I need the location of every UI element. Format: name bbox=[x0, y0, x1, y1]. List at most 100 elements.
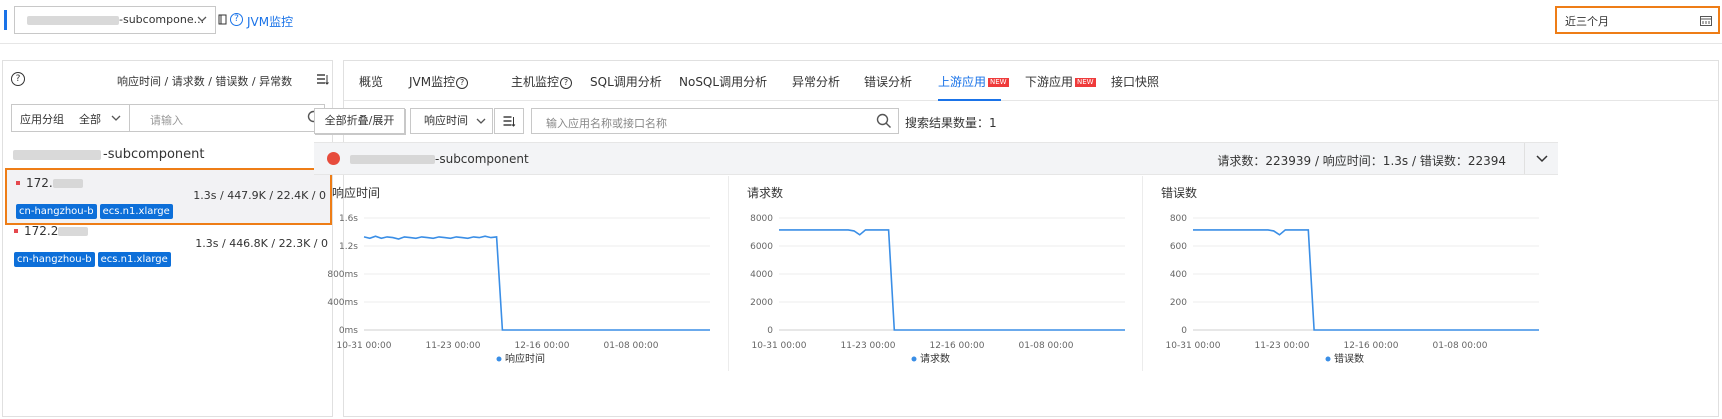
chart-2: 请求数 0 2000 4000 6000 8000 10-31 00:00 11-23 00:… bbox=[728, 176, 1142, 371]
app-name[interactable]: -subcomponent bbox=[13, 147, 205, 162]
instance-list-panel: ? 响应时间 / 请求数 / 错误数 / 异常数 应用分组 全部 请输入 -su… bbox=[2, 60, 333, 417]
app-group-value: 全部 bbox=[79, 113, 101, 126]
instance-search-input[interactable]: 请输入 bbox=[150, 112, 183, 128]
x-tick-label: 01-08 00:00 bbox=[1019, 341, 1074, 351]
series-line bbox=[779, 229, 1125, 331]
x-tick-label: 11-23 00:00 bbox=[426, 341, 481, 351]
tab-error[interactable]: 错误分析 bbox=[864, 73, 912, 90]
tab-label: 上游应用 bbox=[938, 75, 987, 89]
sort-order-button[interactable] bbox=[494, 108, 524, 134]
instance-filter: 应用分组 全部 请输入 bbox=[11, 104, 325, 132]
host-tags: cn-hangzhou-b ecs.n1.xlarge bbox=[16, 203, 176, 219]
y-tick-label: 0 bbox=[1181, 326, 1187, 336]
app-search-input[interactable]: 输入应用名称或接口名称 bbox=[531, 108, 899, 134]
tab-label: 下游应用 bbox=[1025, 75, 1074, 89]
status-dot bbox=[327, 152, 340, 165]
legend-label: 请求数 bbox=[920, 352, 950, 365]
tab-host[interactable]: 主机监控? bbox=[511, 73, 573, 90]
instance-type-tag: ecs.n1.xlarge bbox=[97, 252, 171, 267]
search-icon[interactable] bbox=[876, 113, 892, 129]
instance-type-tag: ecs.n1.xlarge bbox=[99, 204, 173, 219]
host-ip-prefix: 172.2 bbox=[24, 224, 59, 238]
legend-marker bbox=[1325, 356, 1331, 362]
charts-area: 响应时间 0ms 400ms 800ms 1.2s 1.6s 10-31 00:00 11-2… bbox=[314, 176, 1558, 371]
y-tick-label: 1.6s bbox=[339, 214, 358, 224]
y-tick-label: 800 bbox=[1170, 214, 1187, 224]
host-item[interactable]: 172. 1.3s / 447.9K / 22.4K / 0 cn-hangzh… bbox=[5, 168, 332, 225]
service-summary: 请求数：223939 / 响应时间：1.3s / 错误数：22394 bbox=[1217, 154, 1506, 168]
tab-downstream[interactable]: 下游应用 NEW bbox=[1025, 73, 1096, 90]
date-range-picker[interactable]: 近三个月 bbox=[1555, 6, 1720, 34]
x-tick-label: 01-08 00:00 bbox=[604, 341, 659, 351]
x-tick-label: 12-16 00:00 bbox=[930, 341, 985, 351]
jvm-monitor-link[interactable]: JVM监控 bbox=[247, 13, 293, 30]
app-selector[interactable]: -subcompone... bbox=[14, 6, 216, 34]
y-tick-label: 800ms bbox=[327, 270, 358, 280]
y-tick-label: 4000 bbox=[750, 270, 773, 280]
tab-label: 概览 bbox=[359, 75, 384, 89]
upstream-service-row[interactable]: -subcomponent 请求数：223939 / 响应时间：1.3s / 错… bbox=[314, 142, 1558, 175]
sort-icon[interactable] bbox=[316, 73, 329, 86]
tab-overview[interactable]: 概览 bbox=[359, 73, 383, 90]
legend-label: 响应时间 bbox=[505, 352, 545, 365]
collapse-expand-all-button[interactable]: 全部折叠/展开 bbox=[314, 108, 405, 134]
x-tick-label: 10-31 00:00 bbox=[1166, 341, 1221, 351]
chevron-down-icon bbox=[197, 16, 207, 22]
chart-svg: 0ms 400ms 800ms 1.2s 1.6s 10-31 00:00 11-23 00… bbox=[327, 214, 710, 365]
x-tick-label: 10-31 00:00 bbox=[752, 341, 807, 351]
host-item[interactable]: 172.2 1.3s / 446.8K / 22.3K / 0 cn-hangz… bbox=[5, 218, 332, 275]
host-stats: 1.3s / 446.8K / 22.3K / 0 bbox=[195, 237, 328, 250]
active-tab-indicator bbox=[938, 99, 1001, 101]
chevron-down-icon bbox=[111, 115, 121, 121]
tab-sql[interactable]: SQL调用分析 bbox=[590, 73, 662, 90]
x-tick-label: 10-31 00:00 bbox=[337, 341, 392, 351]
chart-3: 错误数 0 200 400 600 800 10-31 00:00 11-23 00:00 12… bbox=[1142, 176, 1556, 371]
app-group-select[interactable]: 应用分组 全部 bbox=[12, 105, 130, 131]
region-tag: cn-hangzhou-b bbox=[14, 252, 95, 267]
status-dot bbox=[16, 181, 20, 185]
tab-upstream[interactable]: 上游应用 NEW bbox=[938, 73, 1009, 90]
series-line bbox=[363, 235, 710, 331]
help-icon[interactable]: ? bbox=[11, 72, 25, 86]
tab-label: 主机监控 bbox=[511, 75, 560, 89]
host-ip: 172.2 bbox=[24, 224, 89, 238]
app-selector-label: -subcompone... bbox=[119, 13, 205, 26]
calendar-icon bbox=[1700, 16, 1712, 26]
tab-jvm[interactable]: JVM监控? bbox=[409, 73, 469, 90]
sort-icon bbox=[503, 116, 516, 127]
sort-select[interactable]: 响应时间 bbox=[410, 108, 493, 134]
host-stats: 1.3s / 447.9K / 22.4K / 0 bbox=[193, 189, 326, 202]
tab-label: 错误分析 bbox=[864, 75, 913, 89]
app-name-suffix: -subcomponent bbox=[103, 147, 205, 162]
host-tags: cn-hangzhou-b ecs.n1.xlarge bbox=[14, 251, 174, 267]
tab-nosql[interactable]: NoSQL调用分析 bbox=[679, 73, 767, 90]
chevron-down-icon bbox=[476, 118, 486, 124]
new-badge: NEW bbox=[1075, 78, 1096, 87]
service-name: -subcomponent bbox=[350, 152, 529, 166]
y-tick-label: 8000 bbox=[750, 214, 773, 224]
tab-label: 异常分析 bbox=[792, 75, 841, 89]
tab-snapshot[interactable]: 接口快照 bbox=[1111, 73, 1159, 90]
tab-label: 接口快照 bbox=[1111, 75, 1160, 89]
x-tick-label: 12-16 00:00 bbox=[515, 341, 570, 351]
y-tick-label: 200 bbox=[1170, 298, 1187, 308]
collapse-toggle[interactable] bbox=[1524, 143, 1558, 174]
date-range-value: 近三个月 bbox=[1565, 15, 1609, 28]
region-tag: cn-hangzhou-b bbox=[16, 204, 97, 219]
chart-svg: 0 200 400 600 800 10-31 00:00 11-23 00:00 12-16… bbox=[1166, 214, 1539, 365]
help-icon[interactable]: ? bbox=[230, 13, 243, 26]
x-tick-label: 01-08 00:00 bbox=[1433, 341, 1488, 351]
legend-marker bbox=[496, 356, 502, 362]
service-name-suffix: -subcomponent bbox=[435, 152, 529, 166]
top-bar: -subcompone... ? JVM监控 近三个月 bbox=[0, 0, 1722, 44]
tab-label: SQL调用分析 bbox=[590, 75, 662, 89]
y-tick-label: 400 bbox=[1170, 270, 1187, 280]
y-tick-label: 0ms bbox=[339, 326, 358, 336]
tab-label: NoSQL调用分析 bbox=[679, 75, 768, 89]
app-search-placeholder: 输入应用名称或接口名称 bbox=[546, 117, 667, 130]
tab-exception[interactable]: 异常分析 bbox=[792, 73, 840, 90]
chevron-down-icon bbox=[1536, 155, 1548, 163]
legend-marker bbox=[911, 356, 917, 362]
redacted-ip bbox=[58, 227, 89, 236]
book-icon[interactable] bbox=[218, 14, 228, 25]
